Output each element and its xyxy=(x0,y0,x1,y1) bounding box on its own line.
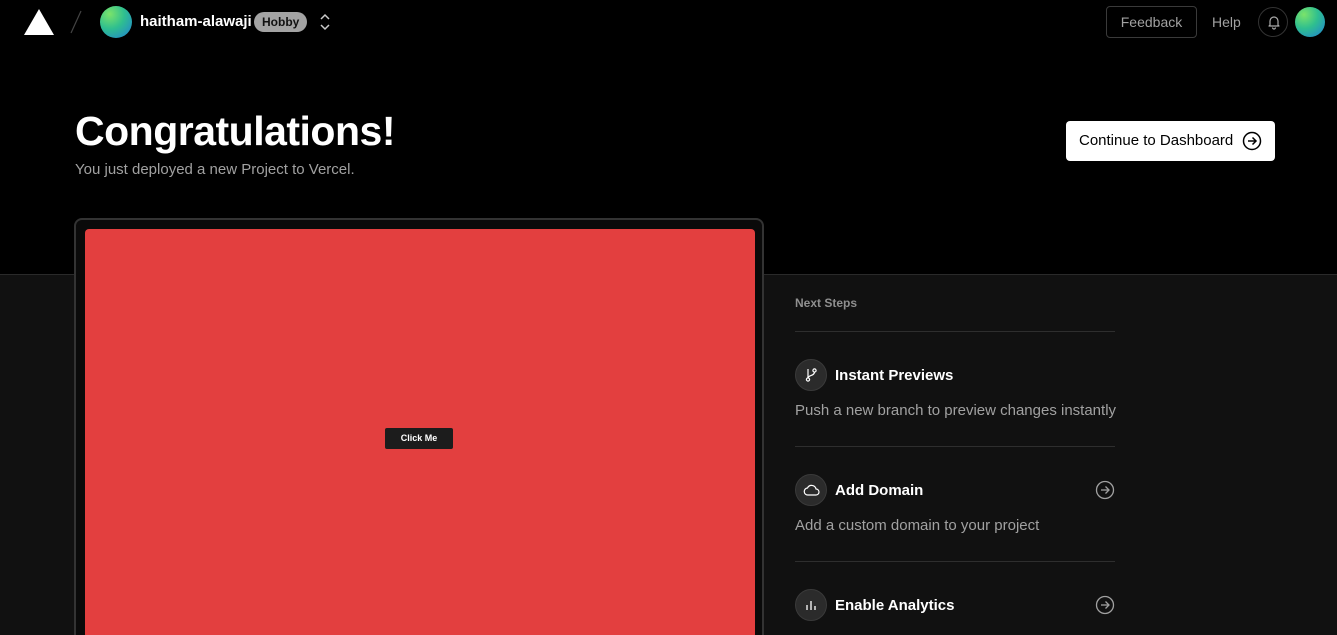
arrow-right-circle-icon xyxy=(1242,131,1262,151)
arrow-right-circle-icon xyxy=(1095,595,1115,615)
vercel-logo-icon[interactable] xyxy=(24,9,54,35)
top-bar: haitham-alawaji Hobby Feedback Help xyxy=(0,0,1337,44)
arrow-right-circle-icon xyxy=(1095,480,1115,500)
help-link[interactable]: Help xyxy=(1212,14,1241,30)
divider xyxy=(795,446,1115,447)
step-title: Enable Analytics xyxy=(835,597,955,614)
page: haitham-alawaji Hobby Feedback Help Cong… xyxy=(0,0,1337,635)
user-avatar[interactable] xyxy=(1295,7,1325,37)
team-switcher-icon[interactable] xyxy=(316,11,334,33)
step-add-domain[interactable]: Add Domain Add a custom domain to your p… xyxy=(795,474,1115,544)
cloud-icon xyxy=(795,474,827,506)
team-name[interactable]: haitham-alawaji xyxy=(140,13,252,30)
bar-chart-icon xyxy=(795,589,827,621)
page-title: Congratulations! xyxy=(75,108,395,154)
step-title: Instant Previews xyxy=(835,367,954,384)
step-description: Add a custom domain to your project xyxy=(795,517,1040,534)
plan-badge: Hobby xyxy=(254,12,308,32)
deployment-preview-screenshot[interactable]: Click Me xyxy=(85,229,755,635)
step-description: Push a new branch to preview changes ins… xyxy=(795,402,1117,419)
team-avatar[interactable] xyxy=(100,6,132,38)
divider xyxy=(795,331,1115,332)
feedback-button[interactable]: Feedback xyxy=(1106,6,1197,38)
git-branch-icon xyxy=(795,359,827,391)
next-steps-section: Next Steps xyxy=(795,296,1115,310)
step-title: Add Domain xyxy=(835,482,924,499)
bell-icon xyxy=(1268,16,1280,30)
breadcrumb-separator-icon xyxy=(70,10,82,34)
continue-to-dashboard-button[interactable]: Continue to Dashboard xyxy=(1066,121,1275,161)
divider xyxy=(795,561,1115,562)
step-instant-previews[interactable]: Instant Previews Push a new branch to pr… xyxy=(795,359,1117,429)
deployment-preview: Click Me xyxy=(74,218,764,635)
continue-button-label: Continue to Dashboard xyxy=(1079,132,1234,149)
next-steps-title: Next Steps xyxy=(795,296,858,310)
step-enable-analytics[interactable]: Enable Analytics xyxy=(795,589,1115,635)
notifications-button[interactable] xyxy=(1258,7,1288,37)
preview-click-me-button: Click Me xyxy=(385,428,453,449)
page-subtitle: You just deployed a new Project to Verce… xyxy=(75,161,355,178)
